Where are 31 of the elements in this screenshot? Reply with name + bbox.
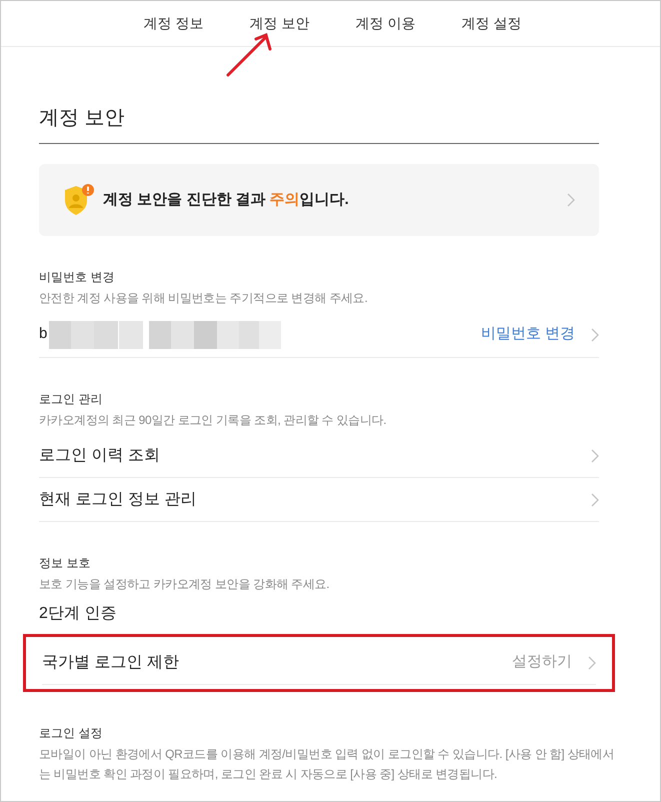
menu-row[interactable]: 국가별 로그인 제한 설정하기 [42, 641, 596, 685]
item-heading: 2단계 인증 [39, 604, 118, 624]
chevron-right-icon [567, 193, 575, 207]
menu-label: 현재 로그인 정보 관리 [39, 490, 198, 510]
chevron-right-icon [591, 492, 599, 506]
shield-warning-icon [63, 183, 95, 217]
nav-tab[interactable]: 계정 보안 [250, 13, 310, 34]
nav-tab[interactable]: 계정 이용 [356, 13, 416, 34]
chevron-right-icon [591, 448, 599, 462]
section-title: 로그인 관리 [39, 391, 104, 408]
section-title: 로그인 설정 [39, 725, 104, 742]
menu-label: 로그인 이력 조회 [39, 446, 161, 466]
section-title: 정보 보호 [39, 555, 92, 572]
chevron-right-icon [591, 328, 599, 342]
diagnosis-card[interactable]: 계정 보안을 진단한 결과 주의입니다. [39, 164, 599, 236]
section-description: 안전한 계정 사용을 위해 비밀번호는 주기적으로 변경해 주세요. [39, 290, 368, 307]
menu-label: 국가별 로그인 제한 [42, 652, 180, 672]
nav-tab[interactable]: 계정 정보 [144, 13, 204, 34]
menu-row[interactable]: 현재 로그인 정보 관리 [39, 478, 599, 522]
section-description: 보호 기능을 설정하고 카카오계정 보안을 강화해 주세요. [39, 576, 330, 593]
diagnosis-text: 계정 보안을 진단한 결과 주의입니다. [103, 190, 350, 210]
nav-tab[interactable]: 계정 설정 [461, 13, 522, 34]
section-title: 비밀번호 변경 [39, 269, 116, 286]
section-description: 모바일이 아닌 환경에서 QR코드를 이용해 계정/비밀번호 입력 없이 로그인할 수 있습니다. [사용 안 함] 상태에서는 비밀번호 확인 과정이 필요하며, 로그인 완료 시 자동으로 [사용 중] 상태로 변경됩니다. [39, 746, 616, 783]
password-label: b [39, 324, 48, 344]
page-title: 계정 보안 [39, 47, 599, 144]
change-password-link[interactable]: 비밀번호 변경 [480, 323, 575, 346]
section-description: 카카오계정의 최근 90일간 로그인 기록을 조회, 관리할 수 있습니다. [39, 412, 388, 429]
password-row[interactable]: b 비밀번호 변경 [39, 312, 599, 358]
chevron-right-icon [588, 656, 596, 670]
menu-row[interactable]: 로그인 이력 조회 [39, 434, 599, 478]
